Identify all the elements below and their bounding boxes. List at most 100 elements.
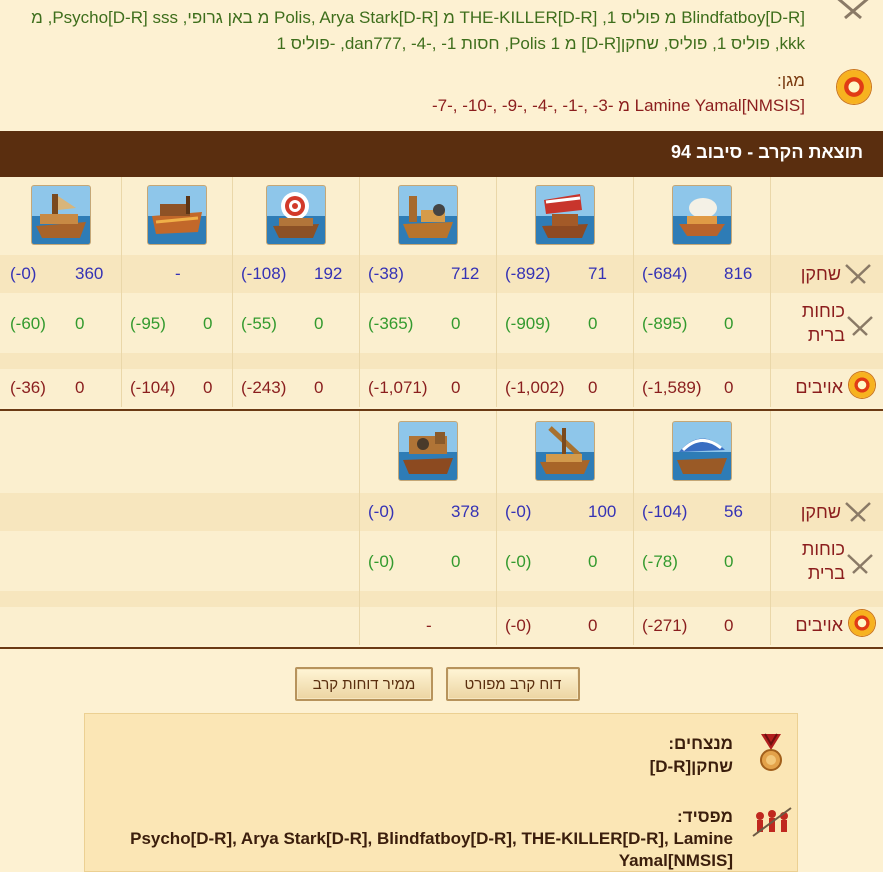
attacker-names-line-1: Blindfatboy[D-R] מ פוליס 1, THE-KILLER[D… — [31, 8, 805, 27]
column-divider — [232, 177, 233, 407]
column-divider — [633, 177, 634, 407]
battle-table-2: שחקן 56 (104-) 100 (0-) 378 (0-) כוחות ב… — [0, 411, 883, 647]
allies-count: 0 — [724, 552, 734, 571]
column-divider — [770, 411, 771, 645]
allies-count: 0 — [588, 552, 598, 571]
player-count: 100 — [588, 502, 617, 521]
enemies-loss: (1,589-) — [642, 378, 702, 397]
enemies-count: 0 — [314, 378, 324, 397]
player-loss: (108-) — [241, 264, 287, 283]
losers-names-line-2: Yamal[NMSIS] — [618, 851, 733, 870]
detailed-report-button[interactable]: דוח קרב מפורט — [446, 667, 580, 701]
enemies-count: 0 — [588, 378, 598, 397]
round-header: תוצאת הקרב - סיבוב 94 — [0, 131, 883, 177]
player-count: 56 — [724, 502, 743, 521]
player-label: שחקן — [800, 502, 841, 522]
allies-label: כוחות ברית — [801, 301, 845, 345]
player-count: 71 — [588, 264, 607, 283]
allies-count: 0 — [588, 314, 598, 333]
ship-icon — [398, 421, 458, 481]
ship-icon — [535, 421, 595, 481]
enemies-count: 0 — [724, 378, 734, 397]
enemies-row: אויבים 0 (1,589-) 0 (1,002-) 0 (1,071-) … — [0, 369, 883, 407]
report-converter-button[interactable]: ממיר דוחות קרב — [295, 667, 433, 701]
enemies-loss: (0-) — [505, 616, 532, 635]
player-count: 816 — [724, 264, 753, 283]
enemies-loss: - — [426, 616, 432, 635]
crossed-swords-icon — [845, 264, 871, 284]
column-divider — [359, 177, 360, 407]
player-loss: (38-) — [368, 264, 404, 283]
player-label: שחקן — [800, 264, 841, 284]
ship-icon — [147, 185, 207, 245]
player-loss: (104-) — [642, 502, 688, 521]
allies-loss: (365-) — [368, 314, 414, 333]
allies-loss: (0-) — [368, 552, 395, 571]
allies-loss: (60-) — [10, 314, 46, 333]
enemy-shield-icon — [849, 372, 875, 398]
player-loss: (0-) — [10, 264, 37, 283]
allies-loss: (0-) — [505, 552, 532, 571]
winners-label: מנצחים: — [668, 734, 733, 753]
defender-label: מגן: — [776, 71, 805, 90]
enemies-count: 0 — [588, 616, 598, 635]
defeated-army-icon — [752, 807, 792, 837]
player-count: 378 — [451, 502, 480, 521]
player-loss: (0-) — [505, 502, 532, 521]
ship-icon — [535, 185, 595, 245]
allies-loss: (95-) — [130, 314, 166, 333]
allies-count: 0 — [451, 314, 461, 333]
attacker-names-line-2: kkk, פוליס 1, פוליס, שחקן[D-R] מ Polis 1… — [276, 34, 806, 53]
ship-icons-row — [0, 411, 883, 493]
enemies-loss: (104-) — [130, 378, 176, 397]
spacer-row — [0, 353, 883, 369]
crossed-swords-icon — [847, 554, 873, 574]
enemies-count: 0 — [203, 378, 213, 397]
allies-count: 0 — [451, 552, 461, 571]
allies-count: 0 — [314, 314, 324, 333]
player-count: 192 — [314, 264, 343, 283]
spacer-row — [0, 591, 883, 607]
allies-row: כוחות ברית 0 (895-) 0 (909-) 0 (365-) 0 … — [0, 293, 883, 353]
player-row: שחקן 56 (104-) 100 (0-) 378 (0-) — [0, 493, 883, 531]
battle-result-panel: מנצחים: שחקן[D-R] מפסיד: Psycho[D-R], Ar… — [84, 713, 798, 872]
enemies-loss: (243-) — [241, 378, 287, 397]
allies-row: כוחות ברית 0 (78-) 0 (0-) 0 (0-) — [0, 531, 883, 591]
player-loss: (0-) — [368, 502, 395, 521]
crossed-swords-icon — [837, 0, 869, 20]
crossed-swords-icon — [847, 316, 873, 336]
player-count: 712 — [451, 264, 480, 283]
medal-icon — [760, 733, 782, 771]
enemies-count: 0 — [724, 616, 734, 635]
column-divider — [121, 177, 122, 407]
section-divider — [0, 647, 883, 649]
ship-icon — [31, 185, 91, 245]
column-divider — [496, 177, 497, 407]
enemies-label: אויבים — [795, 377, 843, 397]
player-loss: (684-) — [642, 264, 688, 283]
enemies-row: אויבים 0 (271-) 0 (0-) - — [0, 607, 883, 645]
column-divider — [633, 411, 634, 645]
defender-names: Lamine Yamal[NMSIS] מ -3- ,-1- ,-4- ,-9-… — [431, 96, 805, 115]
allies-loss: (895-) — [642, 314, 688, 333]
winners-names: שחקן[D-R] — [649, 757, 733, 776]
crossed-swords-icon — [845, 502, 871, 522]
round-title: תוצאת הקרב - סיבוב 94 — [671, 142, 863, 162]
battle-table-1: שחקן 816 (684-) 71 (892-) 712 (38-) 192 … — [0, 177, 883, 409]
column-divider — [770, 177, 771, 407]
player-count: 360 — [75, 264, 104, 283]
enemies-count: 0 — [451, 378, 461, 397]
battle-participants: Blindfatboy[D-R] מ פוליס 1, THE-KILLER[D… — [0, 0, 883, 128]
enemy-shield-icon — [849, 610, 875, 636]
allies-label: כוחות ברית — [801, 539, 845, 583]
enemies-loss: (271-) — [642, 616, 688, 635]
enemies-label: אויבים — [795, 615, 843, 635]
ship-icon — [266, 185, 326, 245]
allies-count: 0 — [75, 314, 85, 333]
player-row: שחקן 816 (684-) 71 (892-) 712 (38-) 192 … — [0, 255, 883, 293]
allies-count: 0 — [203, 314, 213, 333]
allies-count: 0 — [724, 314, 734, 333]
column-divider — [359, 411, 360, 645]
allies-loss: (78-) — [642, 552, 678, 571]
enemies-loss: (1,002-) — [505, 378, 565, 397]
